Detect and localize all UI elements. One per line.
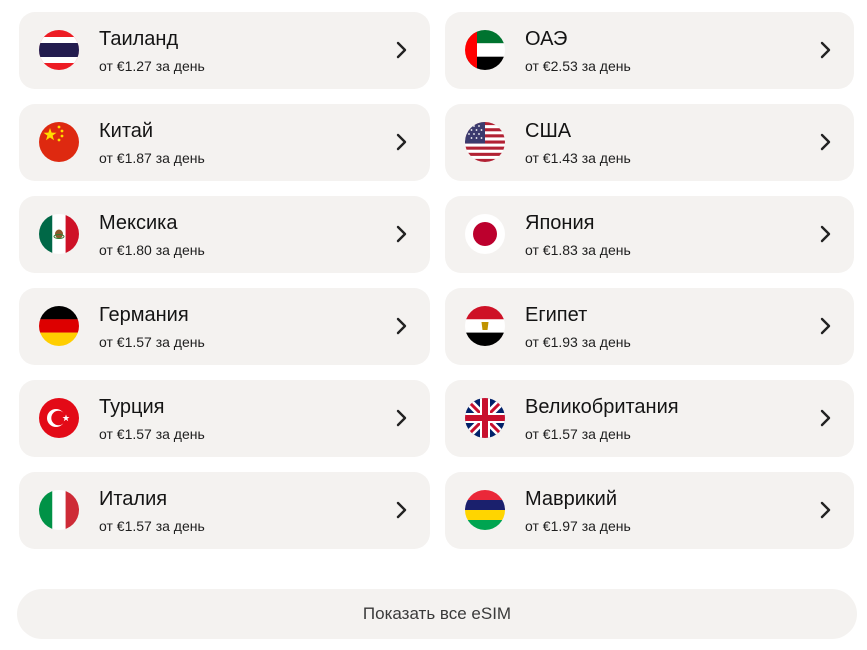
country-name: Турция — [99, 396, 165, 418]
turkey-flag-icon — [39, 398, 79, 438]
thailand-flag-icon — [39, 30, 79, 70]
chevron-right-icon — [820, 133, 832, 151]
uae-flag-icon — [465, 30, 505, 70]
country-price: от €1.97 за день — [525, 518, 631, 534]
country-card-japan[interactable]: Япония от €1.83 за день — [445, 196, 854, 273]
mexico-flag-icon — [39, 214, 79, 254]
chevron-right-icon — [820, 225, 832, 243]
country-card-uae[interactable]: ОАЭ от €2.53 за день — [445, 12, 854, 89]
country-name: Китай — [99, 120, 154, 142]
country-card-china[interactable]: Китай от €1.87 за день — [19, 104, 430, 181]
country-name: Италия — [99, 488, 168, 510]
germany-flag-icon — [39, 306, 79, 346]
country-price: от €1.83 за день — [525, 242, 631, 258]
chevron-right-icon — [820, 501, 832, 519]
chevron-right-icon — [396, 409, 408, 427]
country-card-thailand[interactable]: Таиланд от €1.27 за день — [19, 12, 430, 89]
show-all-esim-button[interactable]: Показать все eSIM — [17, 589, 857, 639]
country-name: Маврикий — [525, 488, 618, 510]
chevron-right-icon — [396, 317, 408, 335]
country-price: от €2.53 за день — [525, 58, 631, 74]
italy-flag-icon — [39, 490, 79, 530]
chevron-right-icon — [820, 317, 832, 335]
mauritius-flag-icon — [465, 490, 505, 530]
usa-flag-icon — [465, 122, 505, 162]
country-card-turkey[interactable]: Турция от €1.57 за день — [19, 380, 430, 457]
country-name: Япония — [525, 212, 595, 234]
country-card-italy[interactable]: Италия от €1.57 за день — [19, 472, 430, 549]
country-price: от €1.87 за день — [99, 150, 205, 166]
country-name: Германия — [99, 304, 189, 326]
chevron-right-icon — [396, 41, 408, 59]
country-price: от €1.80 за день — [99, 242, 205, 258]
country-price: от €1.43 за день — [525, 150, 631, 166]
country-grid: Таиланд от €1.27 за день ОАЭ от €2.53 за… — [19, 12, 854, 549]
egypt-flag-icon — [465, 306, 505, 346]
chevron-right-icon — [396, 225, 408, 243]
country-price: от €1.93 за день — [525, 334, 631, 350]
country-card-uk[interactable]: Великобритания от €1.57 за день — [445, 380, 854, 457]
country-name: Мексика — [99, 212, 178, 234]
chevron-right-icon — [396, 501, 408, 519]
chevron-right-icon — [396, 133, 408, 151]
country-card-egypt[interactable]: Египет от €1.93 за день — [445, 288, 854, 365]
country-price: от €1.57 за день — [99, 518, 205, 534]
japan-flag-icon — [465, 214, 505, 254]
country-name: ОАЭ — [525, 28, 568, 50]
country-name: Великобритания — [525, 396, 679, 418]
country-price: от €1.57 за день — [99, 426, 205, 442]
country-price: от €1.57 за день — [525, 426, 631, 442]
country-name: США — [525, 120, 572, 142]
chevron-right-icon — [820, 41, 832, 59]
country-name: Египет — [525, 304, 588, 326]
country-price: от €1.27 за день — [99, 58, 205, 74]
country-card-mexico[interactable]: Мексика от €1.80 за день — [19, 196, 430, 273]
country-card-mauritius[interactable]: Маврикий от €1.97 за день — [445, 472, 854, 549]
chevron-right-icon — [820, 409, 832, 427]
china-flag-icon — [39, 122, 79, 162]
country-price: от €1.57 за день — [99, 334, 205, 350]
country-card-germany[interactable]: Германия от €1.57 за день — [19, 288, 430, 365]
country-name: Таиланд — [99, 28, 179, 50]
country-card-usa[interactable]: США от €1.43 за день — [445, 104, 854, 181]
uk-flag-icon — [465, 398, 505, 438]
